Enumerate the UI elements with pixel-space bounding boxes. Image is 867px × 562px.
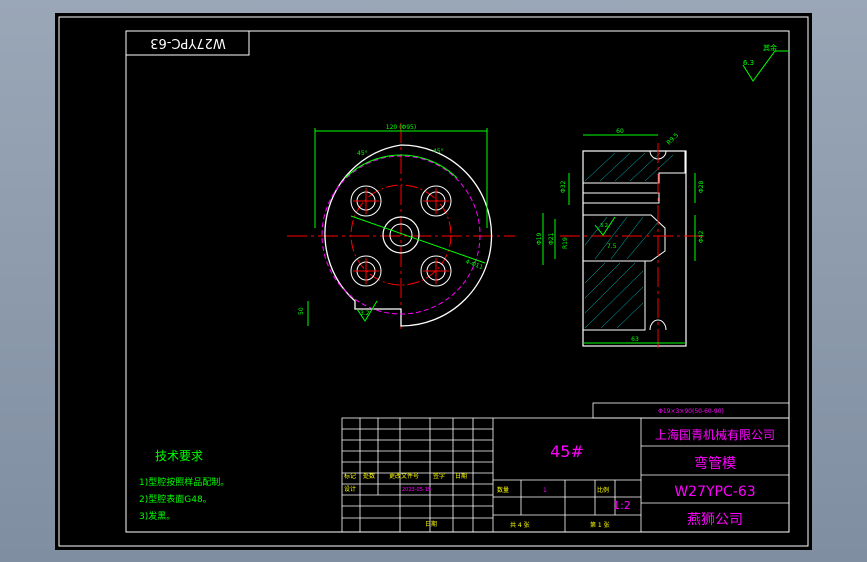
roughness-symbol: 6.3 其余 — [742, 43, 789, 82]
inner-frame — [125, 30, 790, 533]
tech-requirements: 技术要求 1)型腔按照样品配制。 2)型腔表面G48。 3)发黑。 — [139, 449, 229, 522]
tech-req-3: 3)发黑。 — [139, 510, 175, 522]
tb-scale-label: 比例 — [597, 486, 609, 494]
tb-design: 设计 — [344, 485, 356, 493]
model: W27YPC-63 — [674, 484, 755, 500]
section-view: 60 63 Φ32 Φ28 Φ42 Φ19 Φ21 R19 7.5 R9.5 3… — [536, 128, 705, 348]
dim-holes: 4-Φ11 — [464, 258, 484, 271]
dim-d7: 7.5 — [607, 243, 617, 250]
dim-d1: Φ32 — [560, 180, 567, 193]
tb-qty: 数量 — [497, 486, 509, 494]
dim-flat: 50 — [298, 307, 305, 315]
tb-sheets: 共 4 张 — [510, 521, 530, 529]
dim-angle-right: 45° — [433, 148, 444, 155]
tb-label-3: 更改文件号 — [389, 472, 419, 480]
part-name: 弯管模 — [694, 455, 736, 472]
dim-outer: 120 (Φ95) — [386, 124, 416, 131]
code-stamp: W27YPC-63 — [150, 35, 226, 50]
tb-label-4: 签字 — [433, 472, 445, 480]
dim-depth: 63 — [631, 336, 639, 343]
bend-spec: Φ19×3×90(50-60-90) — [658, 408, 724, 415]
company: 上海国青机械有限公司 — [655, 427, 775, 442]
tb-date: 2023-05-19 — [402, 487, 431, 493]
tech-req-2: 2)型腔表面G48。 — [139, 493, 212, 505]
tb-label-1: 标记 — [344, 472, 356, 480]
material: 45# — [550, 442, 584, 461]
tech-req-title: 技术要求 — [155, 449, 203, 463]
scale: 1:2 — [613, 499, 631, 512]
dim-d3: Φ42 — [698, 230, 705, 243]
dim-d4: Φ19 — [536, 232, 543, 245]
dim-d6: R19 — [562, 237, 569, 249]
dim-width: 60 — [616, 128, 624, 135]
tech-req-1: 1)型腔按照样品配制。 — [139, 476, 229, 488]
tb-qty-val: 1 — [543, 487, 547, 494]
dim-d8: R9.5 — [665, 132, 680, 147]
rough-a: 3.2 — [360, 310, 370, 317]
tb-sheet-no: 第 1 张 — [590, 521, 610, 529]
tb-label-2: 处数 — [363, 472, 375, 480]
svg-text:其余: 其余 — [763, 43, 777, 52]
dim-angle-left: 45° — [357, 150, 368, 157]
customer: 燕狮公司 — [687, 512, 743, 528]
tb-label-5: 日期 — [455, 472, 467, 480]
svg-text:6.3: 6.3 — [743, 59, 754, 67]
front-view: 4-Φ11 120 (Φ95) 45° 45° 50 3.2 — [287, 123, 515, 333]
tb-date-label: 日期 — [425, 520, 437, 528]
dim-d2: Φ28 — [698, 180, 705, 193]
cad-drawing: W27YPC-63 6.3 其余 4-Φ11 120 (Φ95) 45° 45°… — [58, 16, 809, 547]
rough-b: 3.2 — [600, 223, 608, 229]
title-block-text: 标记 处数 更改文件号 签字 日期 设计 2023-05-19 日期 数量 1 … — [344, 472, 610, 529]
dim-d5: Φ21 — [548, 232, 555, 245]
drawing-sheet: W27YPC-63 6.3 其余 4-Φ11 120 (Φ95) 45° 45°… — [55, 13, 812, 550]
